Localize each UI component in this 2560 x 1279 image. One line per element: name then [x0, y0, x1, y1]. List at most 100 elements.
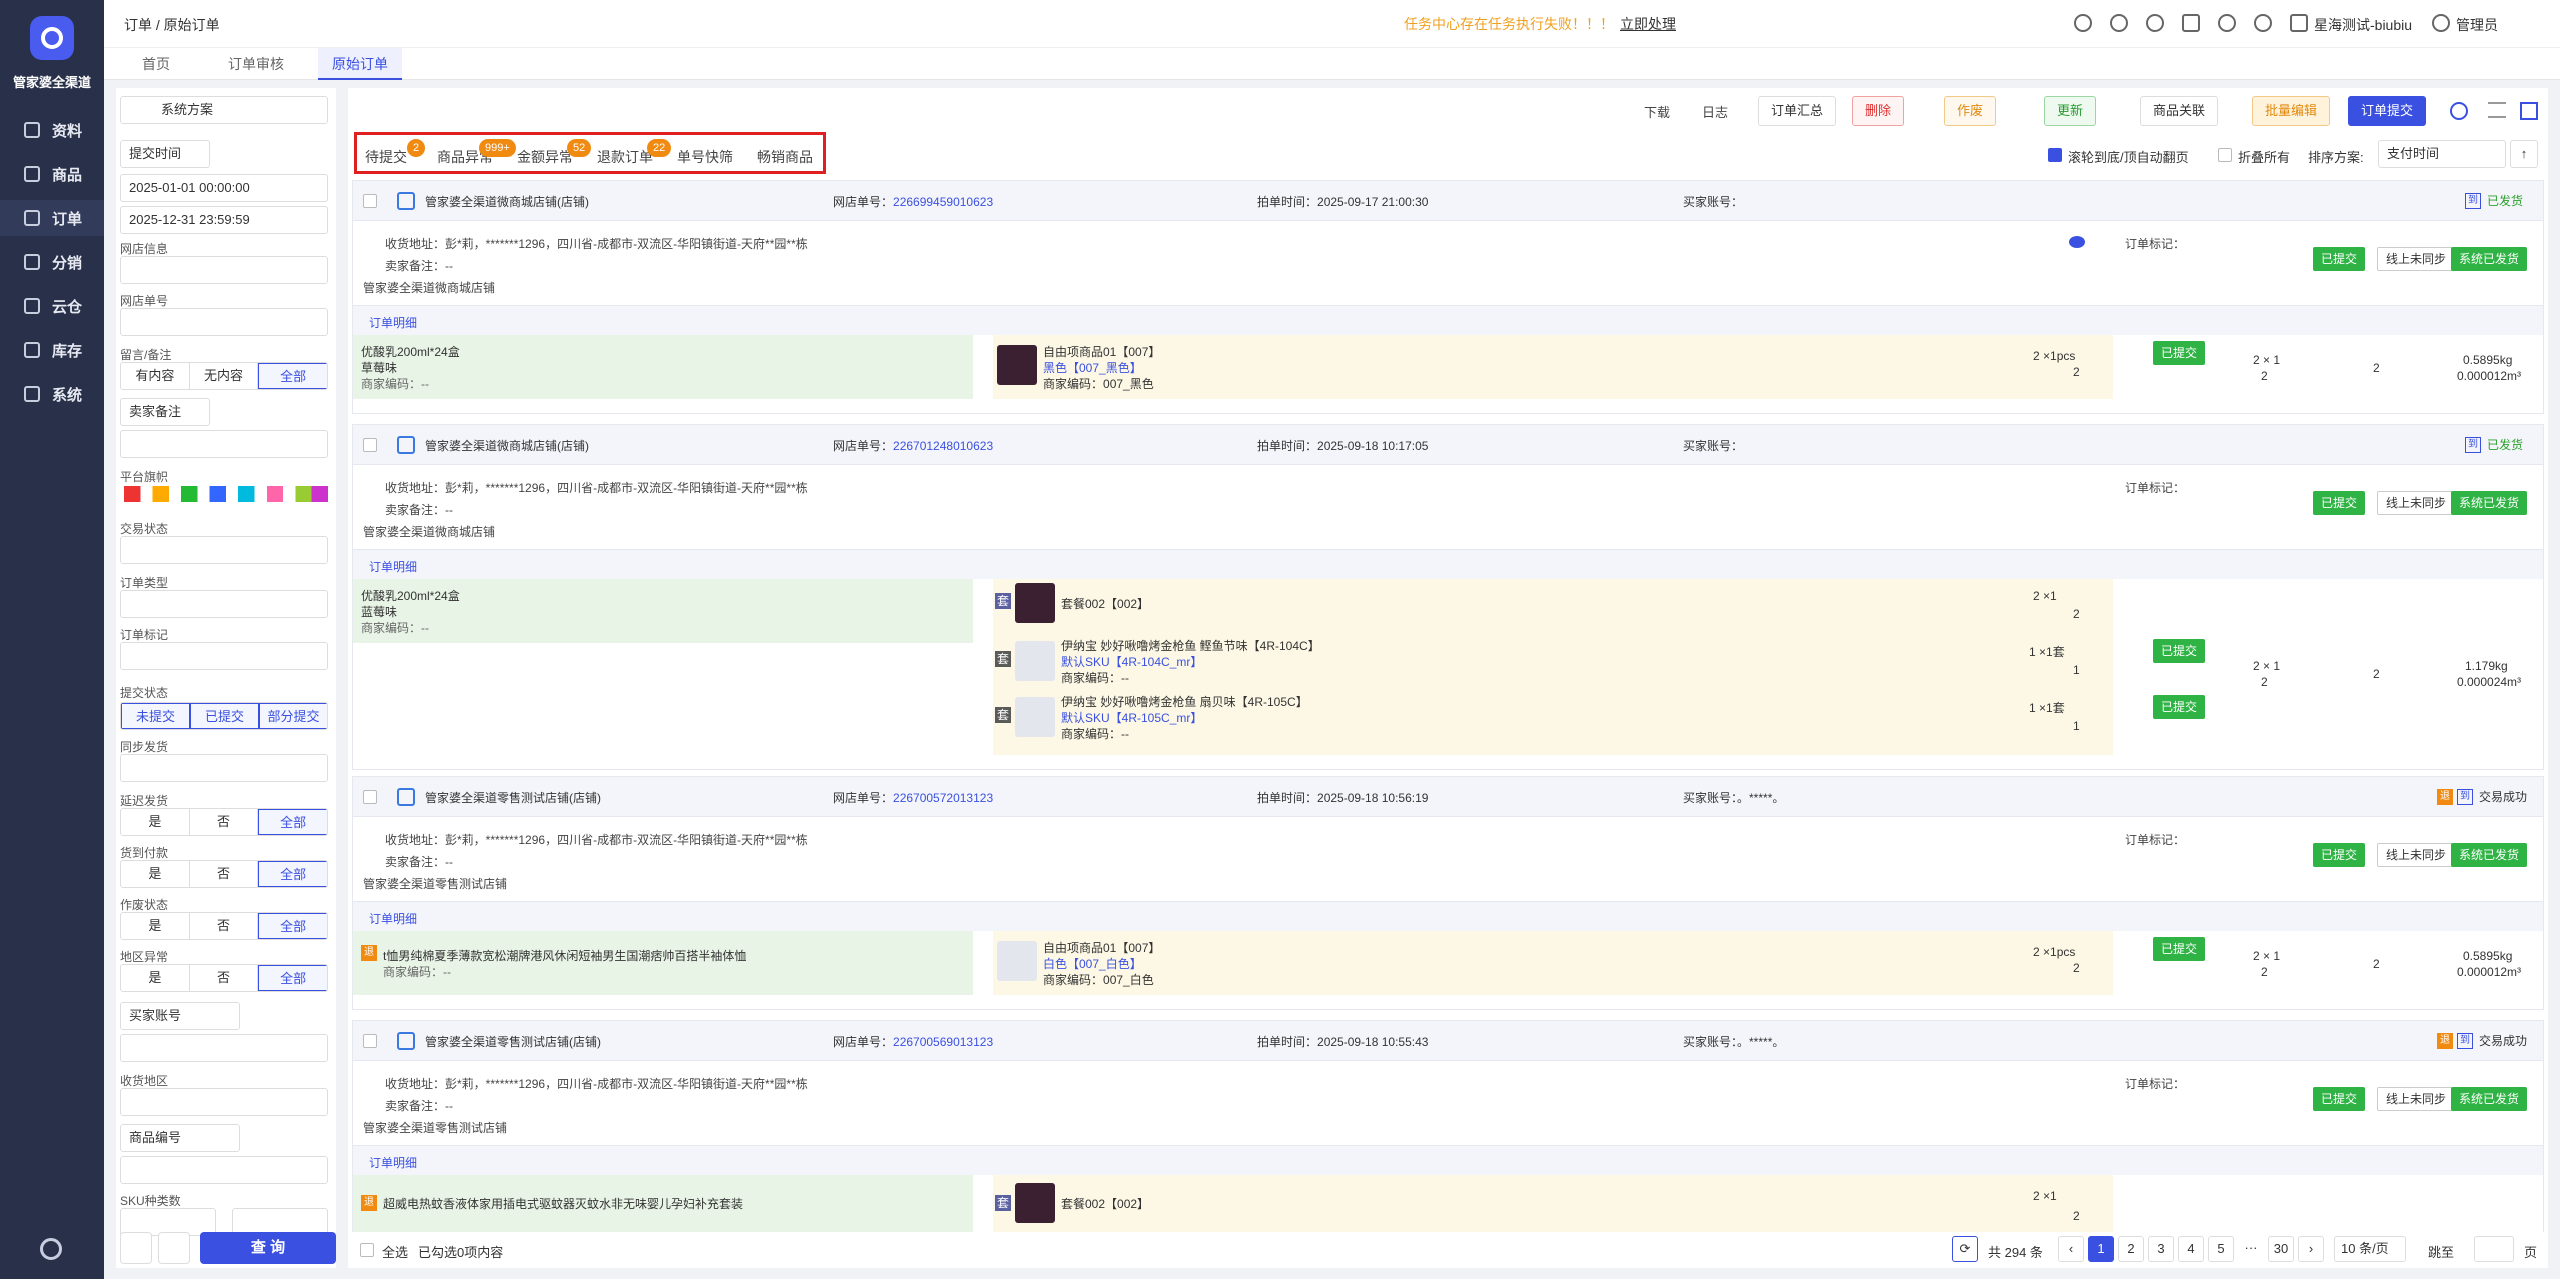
user-name[interactable]: 管理员 [2456, 15, 2498, 35]
remark-none[interactable]: 无内容 [190, 363, 259, 389]
nav-item-system[interactable]: 系统 [0, 376, 104, 412]
region-yes[interactable]: 是 [121, 965, 190, 991]
flag-icons[interactable] [124, 486, 328, 502]
sync-button[interactable]: 线上未同步 [2377, 247, 2456, 271]
order-checkbox[interactable] [363, 790, 377, 804]
jump-input[interactable] [2474, 1236, 2514, 1262]
save-icon[interactable] [120, 1232, 152, 1264]
system-shipped-button[interactable]: 系统已发货 [2451, 491, 2528, 515]
update-button[interactable]: 更新 [2044, 96, 2097, 126]
void-yes[interactable]: 是 [121, 913, 190, 939]
submitted-button[interactable]: 已提交 [2313, 247, 2366, 271]
tab-amount-abnormal[interactable]: 金额异常 52 [517, 139, 592, 167]
page-ellipsis[interactable]: ··· [2238, 1236, 2264, 1262]
nav-item-data[interactable]: 资料 [0, 112, 104, 148]
sort-select[interactable]: 支付时间 [2378, 140, 2506, 168]
nav-item-goods[interactable]: 商品 [0, 156, 104, 192]
batch-edit-button[interactable]: 批量编辑 [2252, 96, 2331, 126]
cod-no[interactable]: 否 [190, 861, 259, 887]
query-button[interactable]: 查 询 [200, 1232, 336, 1264]
trade-status-input[interactable] [120, 536, 328, 564]
submit-not[interactable]: 未提交 [121, 703, 190, 729]
remark-has[interactable]: 有内容 [121, 363, 190, 389]
system-shipped-button[interactable]: 系统已发货 [2451, 247, 2528, 271]
seller-note-input[interactable] [120, 430, 328, 458]
eye-icon[interactable] [2069, 236, 2085, 248]
scheme-select[interactable]: 系统方案 [120, 96, 328, 124]
page-30[interactable]: 30 [2268, 1236, 2294, 1262]
order-type-input[interactable] [120, 590, 328, 618]
font-size-icon[interactable] [2110, 14, 2128, 32]
card-view-icon[interactable] [2520, 102, 2538, 120]
settings-icon[interactable] [2450, 102, 2468, 120]
page-size-select[interactable]: 10 条/页 [2334, 1236, 2406, 1262]
delete-button[interactable]: 删除 [1852, 96, 1905, 126]
ship-area-select[interactable] [120, 1088, 328, 1116]
reset-icon[interactable] [158, 1232, 190, 1264]
bell-icon[interactable] [2254, 14, 2272, 32]
tab-original-orders[interactable]: 原始订单 [318, 48, 402, 80]
tab-goods-abnormal[interactable]: 商品异常 999+ [437, 139, 516, 167]
tab-bestseller[interactable]: 畅销商品 [757, 147, 813, 167]
buyer-account-select[interactable]: 买家账号 [120, 1002, 240, 1030]
next-page-button[interactable]: › [2298, 1236, 2324, 1262]
time-type-select[interactable]: 提交时间 [120, 140, 210, 168]
page-5[interactable]: 5 [2208, 1236, 2234, 1262]
void-button[interactable]: 作废 [1944, 96, 1997, 126]
nav-item-distribution[interactable]: 分销 [0, 244, 104, 280]
account-name[interactable]: 星海测试-biubiu [2314, 15, 2412, 35]
end-time-input[interactable]: 2025-12-31 23:59:59 [120, 206, 328, 234]
system-shipped-button[interactable]: 系统已发货 [2451, 1087, 2528, 1111]
submit-partial[interactable]: 部分提交 [259, 703, 327, 729]
refresh-icon[interactable]: ⟳ [1952, 1236, 1978, 1262]
buyer-account-input[interactable] [120, 1034, 328, 1062]
cod-yes[interactable]: 是 [121, 861, 190, 887]
order-submit-button[interactable]: 订单提交 [2348, 96, 2427, 126]
goods-spec[interactable]: 黑色【007_黑色】 [1043, 359, 1142, 376]
book-icon[interactable] [2182, 14, 2200, 32]
tab-quick-filter[interactable]: 单号快筛 [677, 147, 733, 167]
sort-direction-icon[interactable]: ↑ [2510, 140, 2538, 168]
region-all[interactable]: 全部 [258, 965, 327, 991]
nav-item-cloud[interactable]: 云仓 [0, 288, 104, 324]
goods-spec[interactable]: 白色【007_白色】 [1043, 955, 1142, 972]
goods-spec[interactable]: 默认SKU【4R-105C_mr】 [1061, 709, 1202, 726]
void-all[interactable]: 全部 [258, 913, 327, 939]
headset-icon[interactable] [2146, 14, 2164, 32]
goods-link-button[interactable]: 商品关联 [2140, 96, 2219, 126]
search-icon[interactable] [2074, 14, 2092, 32]
submit-done[interactable]: 已提交 [190, 703, 259, 729]
cod-all[interactable]: 全部 [258, 861, 327, 887]
order-checkbox[interactable] [363, 438, 377, 452]
order-checkbox[interactable] [363, 194, 377, 208]
sync-button[interactable]: 线上未同步 [2377, 491, 2456, 515]
tab-pending[interactable]: 待提交 2 [365, 139, 426, 167]
sync-button[interactable]: 线上未同步 [2377, 1087, 2456, 1111]
submitted-button[interactable]: 已提交 [2313, 843, 2366, 867]
submitted-button[interactable]: 已提交 [2313, 491, 2366, 515]
order-detail-bar[interactable]: 订单明细 [353, 305, 2543, 335]
order-mark-input[interactable] [120, 642, 328, 670]
page-4[interactable]: 4 [2178, 1236, 2204, 1262]
list-view-icon[interactable] [2488, 102, 2506, 118]
download-button[interactable]: 下载 [1644, 102, 1670, 121]
goods-no-input[interactable] [120, 1156, 328, 1184]
region-no[interactable]: 否 [190, 965, 259, 991]
remark-all[interactable]: 全部 [258, 363, 327, 389]
start-time-input[interactable]: 2025-01-01 00:00:00 [120, 174, 328, 202]
prev-page-button[interactable]: ‹ [2058, 1236, 2084, 1262]
help-icon[interactable] [2218, 14, 2236, 32]
log-button[interactable]: 日志 [1702, 102, 1728, 121]
nav-item-order[interactable]: 订单 [0, 200, 104, 236]
avatar[interactable] [2432, 14, 2450, 32]
nav-item-stock[interactable]: 库存 [0, 332, 104, 368]
order-detail-bar[interactable]: 订单明细 [353, 1145, 2543, 1175]
order-checkbox[interactable] [363, 1034, 377, 1048]
void-no[interactable]: 否 [190, 913, 259, 939]
tab-refund[interactable]: 退款订单 22 [597, 139, 672, 167]
handle-now-link[interactable]: 立即处理 [1620, 16, 1676, 32]
app-logo[interactable] [30, 16, 74, 60]
system-shipped-button[interactable]: 系统已发货 [2451, 843, 2528, 867]
select-all-checkbox[interactable] [360, 1243, 374, 1257]
delay-yes[interactable]: 是 [121, 809, 190, 835]
